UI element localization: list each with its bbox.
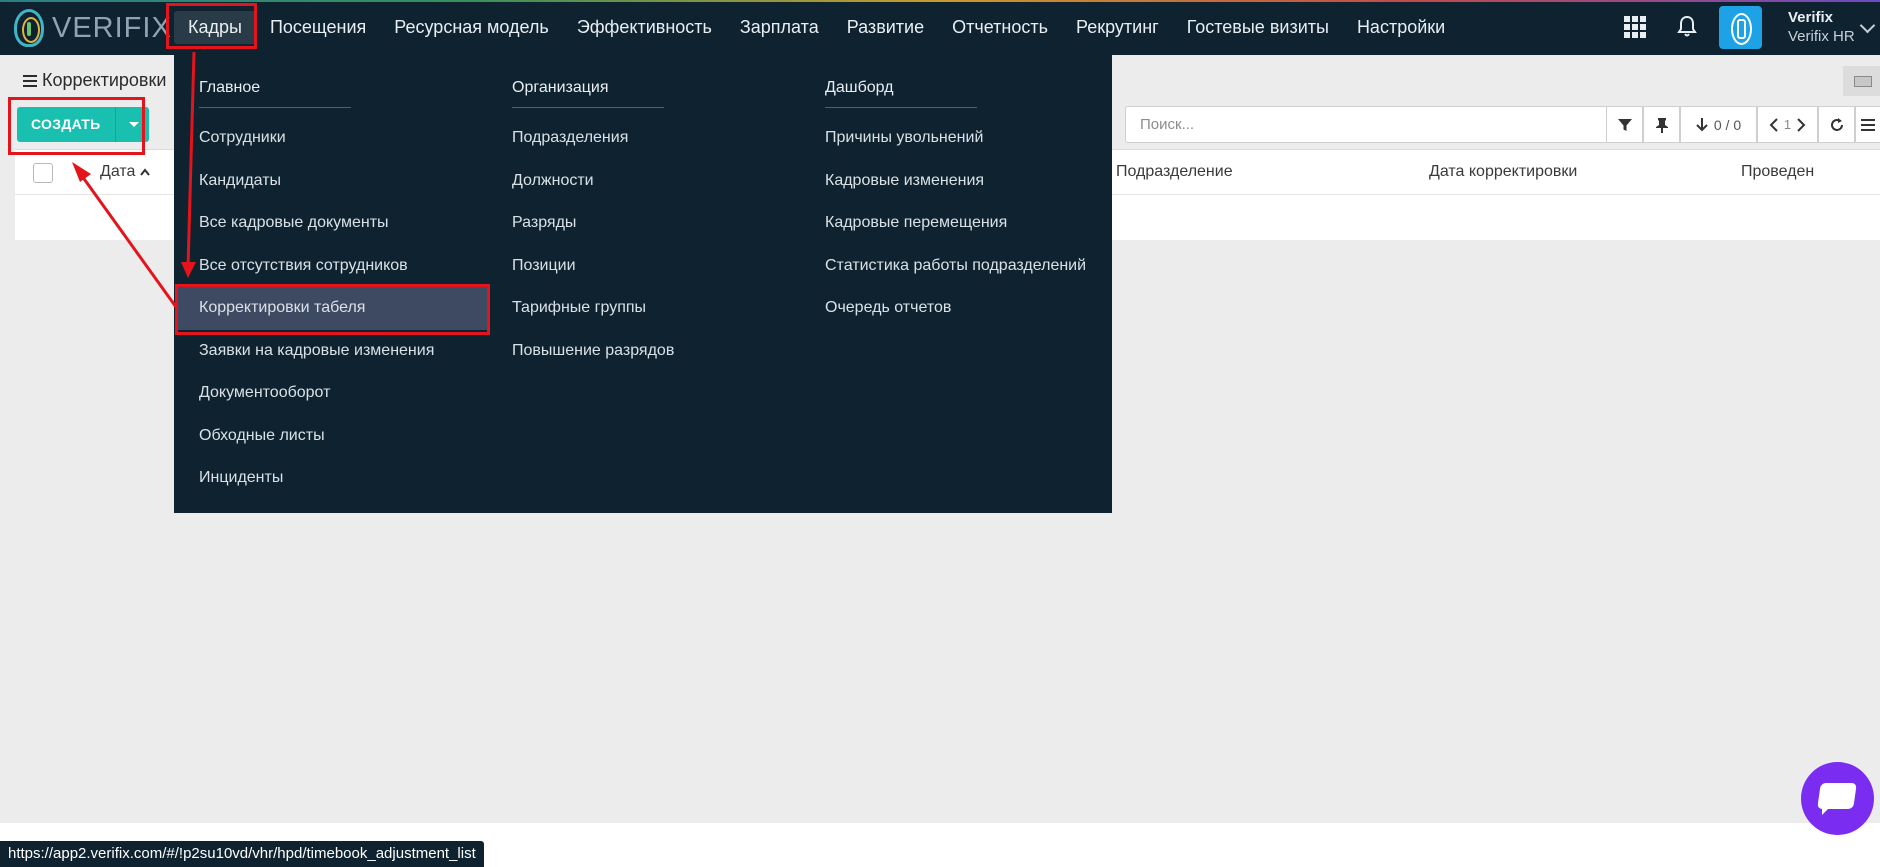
chat-icon[interactable] [1801,762,1874,835]
arrow-down [186,51,196,269]
annotation-arrows [72,51,196,308]
arrowhead-up [72,162,91,182]
arrowhead-down [181,262,196,278]
status-bar-url: https://app2.verifix.com/#/!p2su10vd/vhr… [0,841,484,867]
arrow-up [80,175,178,308]
